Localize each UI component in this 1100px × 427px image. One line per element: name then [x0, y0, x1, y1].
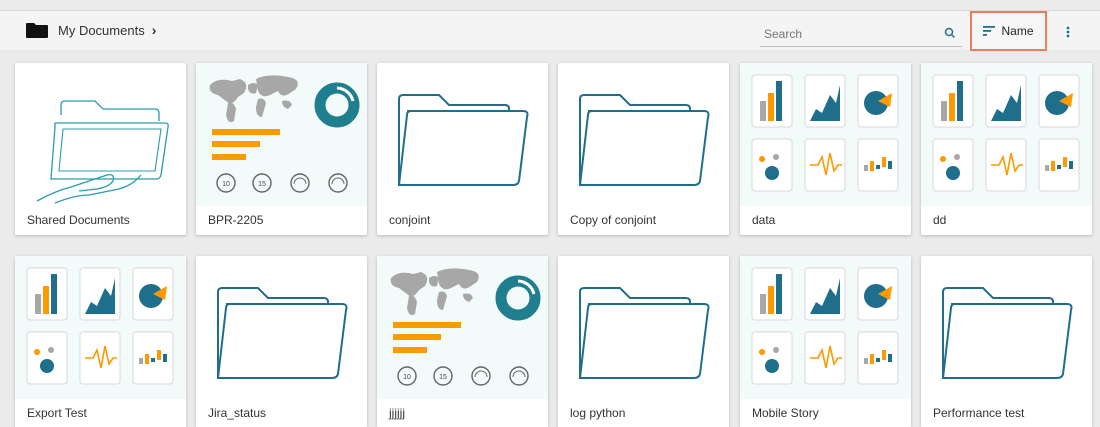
document-card-title: Performance test: [933, 406, 1025, 420]
story-charts-icon: [740, 63, 911, 206]
shared-folder-icon: [15, 63, 186, 206]
document-card[interactable]: Mobile Story: [740, 256, 911, 427]
document-card[interactable]: Copy of conjoint: [558, 63, 729, 235]
document-card-title: Jira_status: [208, 406, 267, 420]
search-box: [760, 23, 962, 47]
breadcrumb-label[interactable]: My Documents: [58, 23, 145, 38]
document-card[interactable]: Shared Documents: [15, 63, 186, 235]
document-card-title: Export Test: [27, 406, 87, 420]
document-card[interactable]: Export Test: [15, 256, 186, 427]
dashboard-icon: [196, 63, 367, 206]
document-card-title: jjjjjj: [389, 406, 405, 420]
more-vert-icon[interactable]: [1060, 24, 1076, 40]
document-card-title: dd: [933, 213, 947, 227]
document-card-title: BPR-2205: [208, 213, 264, 227]
sort-icon: [983, 26, 996, 36]
folder-icon: [377, 63, 548, 206]
folder-icon: [921, 256, 1092, 399]
document-card-title: data: [752, 213, 776, 227]
document-card-title: conjoint: [389, 213, 431, 227]
folder-icon: [558, 63, 729, 206]
story-charts-icon: [15, 256, 186, 399]
document-card[interactable]: log python: [558, 256, 729, 427]
folder-icon: [26, 22, 48, 38]
story-charts-icon: [921, 63, 1092, 206]
document-card-title: Mobile Story: [752, 406, 819, 420]
dashboard-icon: [377, 256, 548, 399]
breadcrumb[interactable]: My Documents ›: [26, 22, 156, 38]
document-card[interactable]: Performance test: [921, 256, 1092, 427]
sort-label: Name: [1001, 24, 1034, 38]
document-card[interactable]: data: [740, 63, 911, 235]
search-input[interactable]: [760, 23, 930, 45]
folder-icon: [558, 256, 729, 399]
document-card[interactable]: jjjjjj: [377, 256, 548, 427]
toolbar: My Documents › Name: [0, 10, 1100, 51]
document-card-title: log python: [570, 406, 626, 420]
story-charts-icon: [740, 256, 911, 399]
sort-by-name-button[interactable]: Name: [970, 11, 1047, 51]
document-card[interactable]: dd: [921, 63, 1092, 235]
chevron-right-icon: ›: [151, 22, 157, 38]
folder-icon: [196, 256, 367, 399]
document-card-title: Copy of conjoint: [570, 213, 657, 227]
document-card-title: Shared Documents: [27, 213, 130, 227]
document-card[interactable]: conjoint: [377, 63, 548, 235]
document-card[interactable]: Jira_status: [196, 256, 367, 427]
search-icon[interactable]: [944, 27, 956, 39]
document-card[interactable]: BPR-2205: [196, 63, 367, 235]
